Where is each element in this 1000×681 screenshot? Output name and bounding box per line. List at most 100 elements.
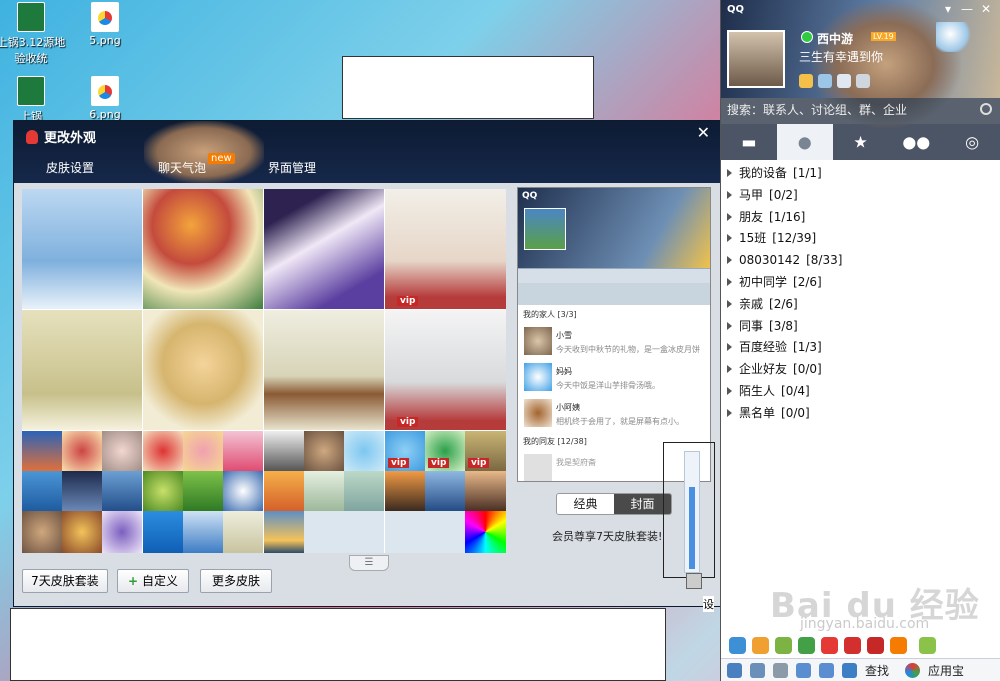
favorites-icon[interactable] <box>819 662 834 678</box>
more-skins-button[interactable]: 更多皮肤 <box>200 569 272 593</box>
music-icon[interactable] <box>798 636 815 654</box>
skin-thumb[interactable] <box>344 471 384 511</box>
qzone-icon[interactable] <box>729 636 746 654</box>
skin-thumb[interactable] <box>223 471 263 511</box>
skin-thumb[interactable] <box>102 511 142 553</box>
skin-tile-sleeping-girl[interactable] <box>264 189 384 309</box>
skin-tile-swing[interactable] <box>22 310 142 430</box>
tab-interface-management[interactable]: 界面管理 <box>268 159 316 176</box>
menu-icon[interactable] <box>727 662 742 678</box>
video-icon[interactable] <box>844 636 861 654</box>
skin-thumb[interactable]: vip <box>385 431 425 471</box>
dialog-close-button[interactable]: ✕ <box>697 123 710 142</box>
skin-thumb[interactable] <box>143 471 183 511</box>
skin-tile-flower-girl[interactable] <box>143 189 263 309</box>
tab-favorites[interactable]: ★ <box>833 124 889 160</box>
collapse-handle[interactable]: ☰ <box>349 555 389 571</box>
skin-thumb[interactable] <box>465 471 506 511</box>
custom-color-swatch[interactable] <box>465 511 506 553</box>
star-icon[interactable] <box>799 74 813 88</box>
skin-thumb[interactable] <box>344 431 384 471</box>
transparency-slider[interactable] <box>684 451 700 573</box>
skin-thumb[interactable] <box>183 471 223 511</box>
skin-thumb[interactable] <box>62 431 102 471</box>
tab-discussions[interactable]: ◎ <box>944 124 1000 160</box>
skin-thumb[interactable] <box>223 511 263 553</box>
app-store-icon[interactable] <box>905 662 921 678</box>
close-button[interactable]: ✕ <box>981 2 991 16</box>
skin-thumb[interactable] <box>143 431 183 471</box>
skin-thumb[interactable] <box>143 511 183 553</box>
tab-groups[interactable]: ●● <box>888 124 944 160</box>
search-icon[interactable] <box>980 103 992 115</box>
desktop-icon-png-1[interactable]: 5.png <box>70 2 140 47</box>
contact-group[interactable]: 同事 [3/8] <box>721 316 1000 338</box>
app-grid-icon[interactable] <box>919 636 936 654</box>
skin-thumb[interactable] <box>102 471 142 511</box>
skin-thumb[interactable] <box>22 431 62 471</box>
skin-thumb[interactable] <box>264 511 304 553</box>
palette-icon[interactable] <box>686 573 702 589</box>
user-avatar[interactable] <box>727 30 785 88</box>
contact-group[interactable]: 初中同学 [2/6] <box>721 272 1000 294</box>
folder-icon[interactable] <box>796 662 811 678</box>
skin-thumb[interactable] <box>304 431 344 471</box>
minimize-button[interactable]: — <box>961 2 973 16</box>
tab-skin-settings[interactable]: 皮肤设置 <box>46 159 94 176</box>
gear-icon[interactable] <box>750 662 765 678</box>
contact-group[interactable]: 黑名单 [0/0] <box>721 403 1000 425</box>
shop-icon[interactable] <box>821 636 838 654</box>
tab-contacts[interactable]: ● <box>776 124 833 160</box>
desktop-icon-xls-1[interactable]: 上锅3.12源地验收统 <box>0 2 66 66</box>
search-icon[interactable] <box>842 662 857 678</box>
skin-thumb[interactable] <box>183 511 223 553</box>
contact-group[interactable]: 陌生人 [0/4] <box>721 381 1000 403</box>
skin-thumb[interactable] <box>304 471 344 511</box>
skin-thumb[interactable] <box>264 431 304 471</box>
tab-messages[interactable]: ▬ <box>721 124 777 160</box>
user-signature[interactable]: 三生有幸遇到你 <box>799 48 883 65</box>
contact-group[interactable]: 朋友 [1/16] <box>721 207 1000 229</box>
contact-group[interactable]: 百度经验 [1/3] <box>721 337 1000 359</box>
skin-thumb[interactable] <box>22 511 62 553</box>
skin-tile-pagoda[interactable]: vip <box>385 189 506 309</box>
skin-thumb[interactable] <box>223 431 263 471</box>
tab-chat-bubble[interactable]: 聊天气泡 <box>158 159 206 176</box>
space-icon[interactable] <box>818 74 832 88</box>
weather-icon[interactable] <box>936 22 972 52</box>
online-status-icon[interactable] <box>801 31 813 43</box>
skin-thumb[interactable]: vip <box>465 431 506 471</box>
desktop-icon-xls-2[interactable]: 上锅 <box>0 76 66 124</box>
desktop-icon-png-2[interactable]: 6.png <box>70 76 140 121</box>
mail-icon[interactable] <box>837 74 851 88</box>
speaker-icon[interactable] <box>773 662 788 678</box>
skin-menu-button[interactable]: ▾ <box>945 2 951 16</box>
skin-thumb[interactable] <box>183 431 223 471</box>
skin-tile-sky[interactable] <box>22 189 142 309</box>
pet-icon[interactable] <box>890 636 907 654</box>
skin-thumb[interactable] <box>22 471 62 511</box>
search-input[interactable] <box>721 98 971 122</box>
skin-thumb[interactable] <box>425 471 465 511</box>
app-store-button[interactable]: 应用宝 <box>928 662 964 679</box>
contact-group[interactable]: 亲戚 [2/6] <box>721 294 1000 316</box>
skin-thumb[interactable] <box>62 511 102 553</box>
classic-mode-button[interactable]: 经典 <box>557 494 614 514</box>
contact-group[interactable]: 企业好友 [0/0] <box>721 359 1000 381</box>
seven-day-skin-button[interactable]: 7天皮肤套装 <box>22 569 108 593</box>
skin-tile-boat[interactable] <box>264 310 384 430</box>
skin-thumb[interactable] <box>102 431 142 471</box>
game-icon[interactable] <box>775 636 792 654</box>
gift-icon[interactable] <box>867 636 884 654</box>
find-button[interactable]: 查找 <box>865 662 889 679</box>
contact-group[interactable]: 08030142 [8/33] <box>721 250 1000 272</box>
custom-skin-button[interactable]: + 自定义 <box>117 569 189 593</box>
skin-thumb[interactable] <box>62 471 102 511</box>
skin-tile-stone-lantern[interactable]: vip <box>385 310 506 430</box>
skin-thumb[interactable]: vip <box>425 431 465 471</box>
skin-thumb[interactable] <box>264 471 304 511</box>
contact-group[interactable]: 马甲 [0/2] <box>721 185 1000 207</box>
user-nickname[interactable]: 西中游 <box>817 30 853 47</box>
plus-icon[interactable] <box>856 74 870 88</box>
contact-group[interactable]: 我的设备 [1/1] <box>721 163 1000 185</box>
